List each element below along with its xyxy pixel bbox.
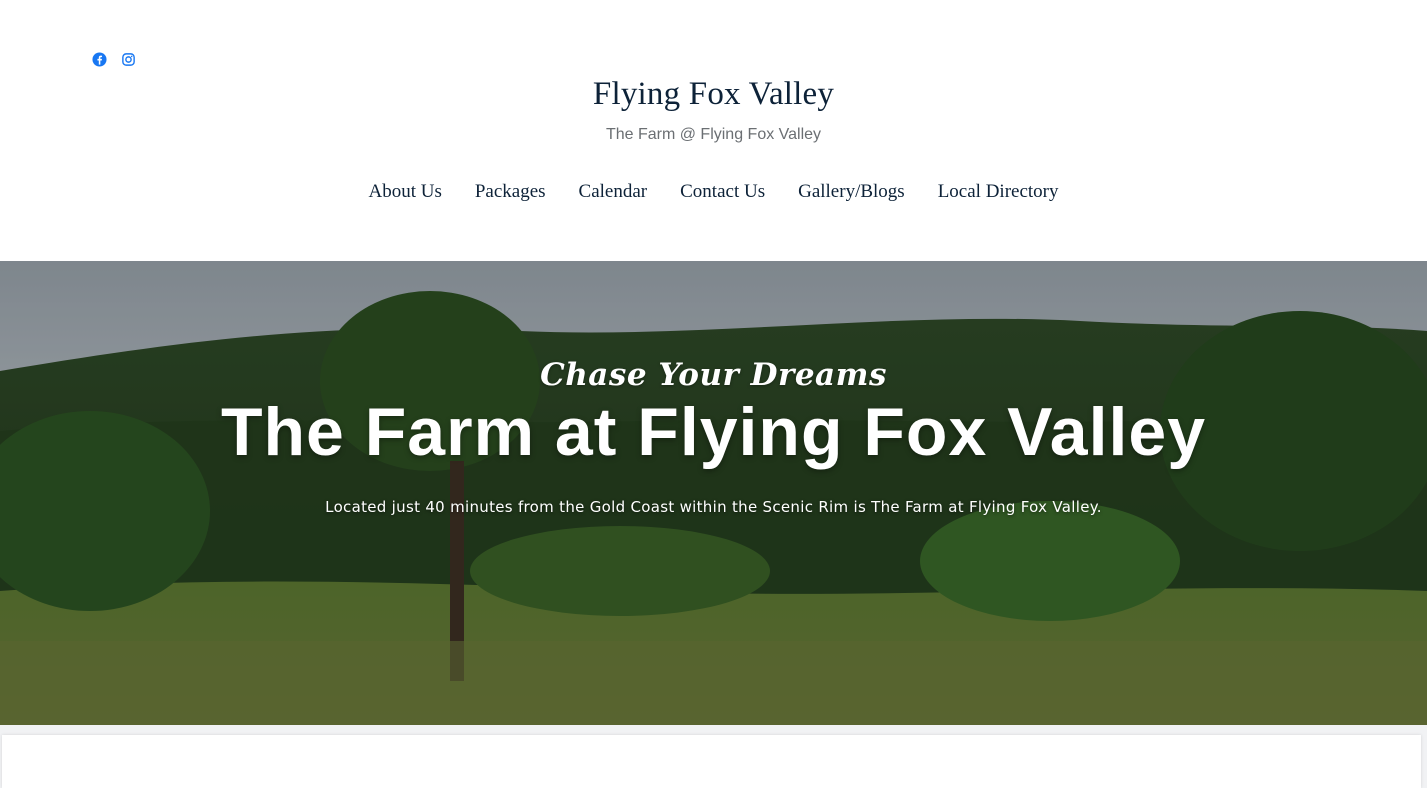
nav-item-calendar[interactable]: Calendar xyxy=(579,181,648,203)
content-card xyxy=(2,735,1421,788)
facebook-icon xyxy=(92,52,107,67)
facebook-link[interactable] xyxy=(92,52,107,67)
hero-kicker: Chase Your Dreams xyxy=(540,357,887,393)
hero-banner: Chase Your Dreams The Farm at Flying Fox… xyxy=(0,261,1427,725)
nav-item-contact-us[interactable]: Contact Us xyxy=(680,181,765,203)
nav-item-about-us[interactable]: About Us xyxy=(368,181,441,203)
social-links xyxy=(92,52,136,67)
instagram-link[interactable] xyxy=(121,52,136,67)
hero-overlay xyxy=(0,261,1427,725)
nav-item-local-directory[interactable]: Local Directory xyxy=(938,181,1059,203)
site-title[interactable]: Flying Fox Valley xyxy=(0,76,1427,113)
instagram-icon xyxy=(122,53,135,66)
nav-item-gallery-blogs[interactable]: Gallery/Blogs xyxy=(798,181,905,203)
hero-title: The Farm at Flying Fox Valley xyxy=(220,394,1207,470)
main-nav: About Us Packages Calendar Contact Us Ga… xyxy=(0,181,1427,203)
hero-subtitle: Located just 40 minutes from the Gold Co… xyxy=(325,498,1102,516)
nav-item-packages[interactable]: Packages xyxy=(475,181,546,203)
site-tagline: The Farm @ Flying Fox Valley xyxy=(605,126,822,143)
